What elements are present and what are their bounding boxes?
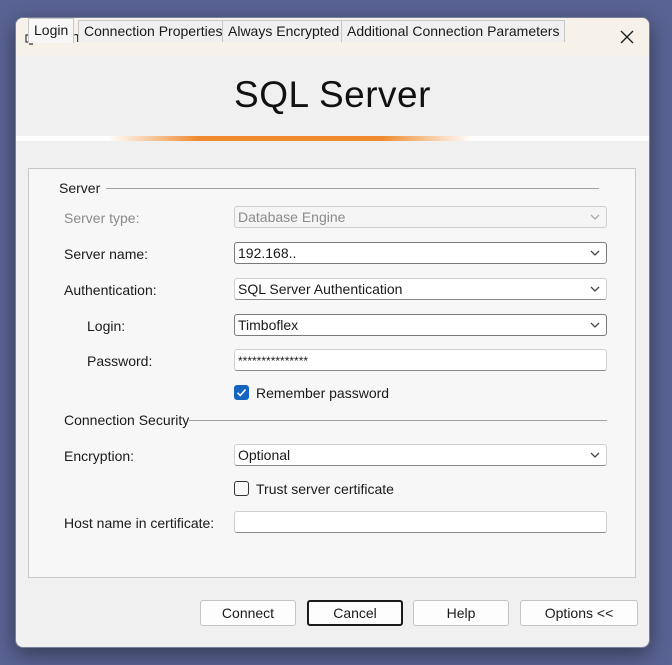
remember-password-label[interactable]: Remember password xyxy=(256,385,389,401)
tab-always-encrypted[interactable]: Always Encrypted xyxy=(222,20,346,42)
host-name-field[interactable] xyxy=(234,511,607,533)
login-combo[interactable]: Timboflex xyxy=(234,314,607,336)
server-group-title: Server xyxy=(59,180,101,196)
server-group-divider xyxy=(106,188,599,189)
login-label: Login: xyxy=(87,318,126,334)
connection-security-divider xyxy=(189,420,607,421)
options-button[interactable]: Options << xyxy=(520,600,638,626)
encryption-label: Encryption: xyxy=(64,448,135,464)
banner-title: SQL Server xyxy=(234,74,431,115)
chevron-down-icon[interactable] xyxy=(590,452,600,459)
trust-server-certificate-checkbox[interactable] xyxy=(234,481,249,496)
remember-password-checkbox[interactable] xyxy=(234,385,249,400)
authentication-label: Authentication: xyxy=(64,282,157,298)
chevron-down-icon[interactable] xyxy=(590,286,600,293)
authentication-value: SQL Server Authentication xyxy=(238,281,403,297)
server-type-label: Server type: xyxy=(64,210,140,226)
host-name-label: Host name in certificate: xyxy=(64,515,215,531)
trust-server-certificate-label[interactable]: Trust server certificate xyxy=(256,481,394,497)
password-field[interactable]: *************** xyxy=(234,349,607,371)
banner-accent-line xyxy=(108,136,472,141)
connection-security-group-title: Connection Security xyxy=(64,412,190,428)
tab-login[interactable]: Login xyxy=(28,18,75,43)
password-value: *************** xyxy=(238,354,309,368)
checkmark-icon xyxy=(236,388,247,397)
connect-button[interactable]: Connect xyxy=(200,600,296,626)
login-value: Timboflex xyxy=(238,317,299,333)
password-label: Password: xyxy=(87,353,153,369)
encryption-select[interactable]: Optional xyxy=(234,444,607,466)
help-button[interactable]: Help xyxy=(413,600,509,626)
server-name-combo[interactable]: 192.168.. xyxy=(234,242,607,264)
chevron-down-icon[interactable] xyxy=(590,322,600,329)
server-name-label: Server name: xyxy=(64,246,149,262)
server-type-value: Database Engine xyxy=(238,209,346,225)
authentication-select[interactable]: SQL Server Authentication xyxy=(234,278,607,300)
encryption-value: Optional xyxy=(238,447,291,463)
chevron-down-icon xyxy=(590,214,600,220)
tab-additional-connection-parameters[interactable]: Additional Connection Parameters xyxy=(341,20,566,42)
close-button[interactable] xyxy=(605,18,649,56)
server-name-value: 192.168.. xyxy=(238,245,297,261)
tab-connection-properties[interactable]: Connection Properties xyxy=(78,20,229,42)
server-type-select: Database Engine xyxy=(234,206,607,228)
cancel-button[interactable]: Cancel xyxy=(307,600,403,626)
close-icon xyxy=(620,30,634,44)
chevron-down-icon[interactable] xyxy=(590,250,600,257)
connect-dialog: Connect to Server SQL Server Login Conne… xyxy=(15,17,650,648)
